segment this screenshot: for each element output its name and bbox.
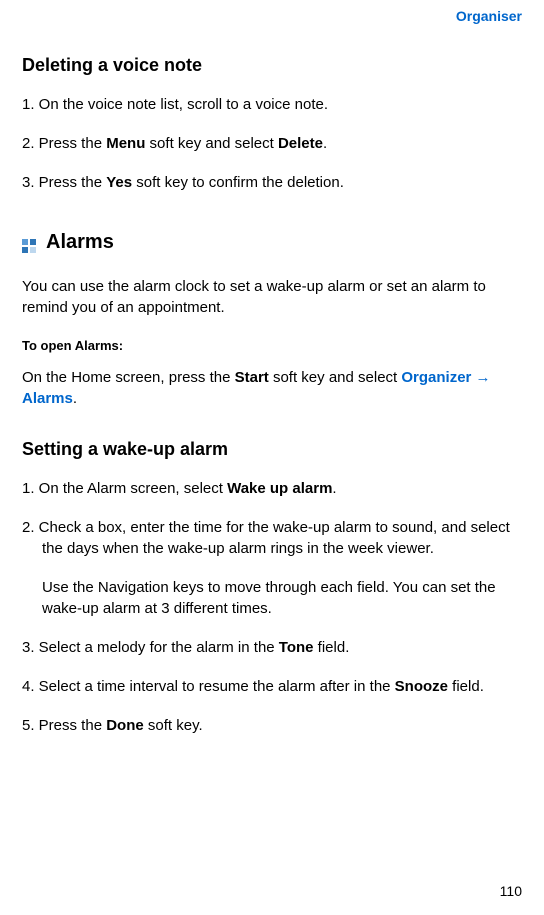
sub-body-suffix: . xyxy=(73,390,77,407)
section-title-deleting: Deleting a voice note xyxy=(22,55,524,76)
to-open-alarms-heading: To open Alarms: xyxy=(22,338,524,353)
wakeup-step-5: 5. Press the Done soft key. xyxy=(22,715,524,736)
sub-body-prefix: On the Home screen, press the Start soft… xyxy=(22,369,401,386)
wakeup-step-4: 4. Select a time interval to resume the … xyxy=(22,676,524,697)
wakeup-step-2-sub: Use the Navigation keys to move through … xyxy=(22,577,524,619)
section-title-wakeup: Setting a wake-up alarm xyxy=(22,439,524,460)
step-2: 2. Press the Menu soft key and select De… xyxy=(22,133,524,154)
wakeup-step-2: 2. Check a box, enter the time for the w… xyxy=(22,517,524,559)
step-3: 3. Press the Yes soft key to confirm the… xyxy=(22,172,524,193)
section-name: Alarms xyxy=(46,231,114,254)
to-open-alarms-body: On the Home screen, press the Start soft… xyxy=(22,367,524,409)
wakeup-step-3: 3. Select a melody for the alarm in the … xyxy=(22,637,524,658)
section-icon xyxy=(22,232,36,253)
header-label: Organiser xyxy=(456,8,522,24)
section-header-alarms: Alarms xyxy=(22,231,524,254)
step-1: 1. On the voice note list, scroll to a v… xyxy=(22,94,524,115)
page-content: Deleting a voice note 1. On the voice no… xyxy=(0,0,544,736)
page-number: 110 xyxy=(500,883,522,899)
alarms-intro: You can use the alarm clock to set a wak… xyxy=(22,276,524,318)
wakeup-step-1: 1. On the Alarm screen, select Wake up a… xyxy=(22,478,524,499)
